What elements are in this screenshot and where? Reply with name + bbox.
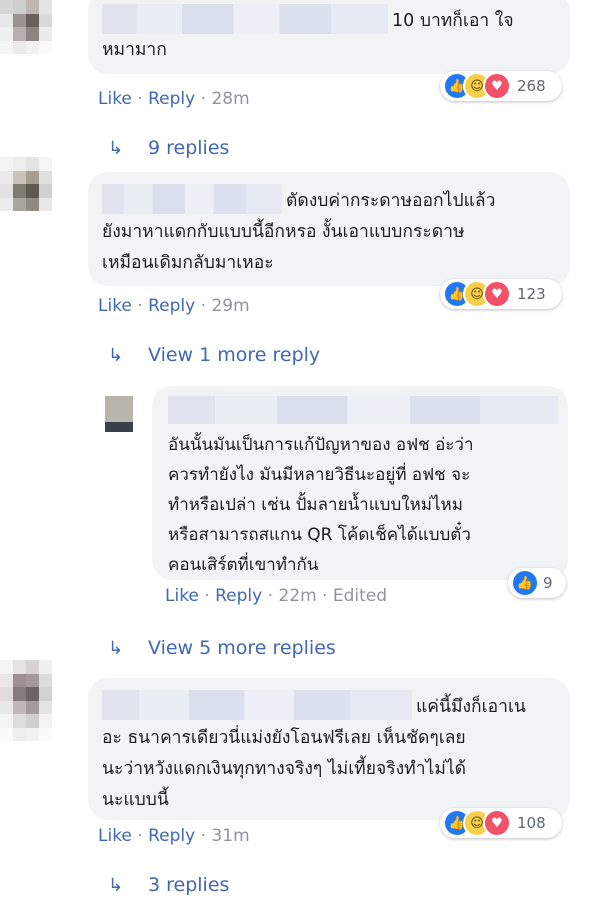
reply-text-line: หรือสามารถสแกน QR โค้ดเช็คได้แบบตั๋ว xyxy=(168,525,471,545)
reaction-count: 123 xyxy=(517,285,546,303)
reaction-count: 108 xyxy=(517,814,546,832)
author-name-redacted[interactable] xyxy=(102,4,388,34)
view-replies-link[interactable]: ↳ View 1 more reply xyxy=(108,344,320,366)
avatar[interactable] xyxy=(105,396,133,432)
reaction-count: 268 xyxy=(517,77,546,95)
comment-text-line: ตัดงบค่ากระดาษออกไปแล้ว xyxy=(286,191,496,211)
edited-label[interactable]: Edited xyxy=(333,586,387,606)
comment-text-line: 10 บาทก็เอา ใจ xyxy=(392,11,514,31)
replies-label: 3 replies xyxy=(148,874,230,896)
author-name-redacted[interactable] xyxy=(102,690,412,720)
comment-text-line: หมามาก xyxy=(102,40,167,60)
author-name-redacted[interactable] xyxy=(102,184,282,214)
comment-text-line: ยังมาหาแดกกับแบบนี้อีกหรอ งั้นเอาแบบกระด… xyxy=(102,222,465,242)
comment-text-line: แค่นี้มึงก็เอาเน xyxy=(416,697,526,717)
reply-text-line: คอนเสิร์ตที่เขาทำกัน xyxy=(168,555,319,575)
reaction-count: 9 xyxy=(543,574,553,592)
replies-label: 9 replies xyxy=(148,137,230,159)
comment-actions: Like · Reply · 29m xyxy=(98,296,250,316)
author-name-redacted[interactable] xyxy=(168,396,558,424)
like-icon: 👍 xyxy=(511,569,539,597)
reply-arrow-icon: ↳ xyxy=(108,345,124,366)
replies-label: View 1 more reply xyxy=(148,344,321,366)
comment-text-line: อะ ธนาคารเดียวนี่แม่งยังโอนฟรีเลย เห็นชั… xyxy=(102,728,466,748)
view-replies-link[interactable]: ↳ 3 replies xyxy=(108,874,229,896)
comment-actions: Like · Reply · 31m xyxy=(98,826,250,846)
love-icon: ♥ xyxy=(483,280,511,308)
avatar[interactable] xyxy=(0,0,52,54)
love-icon: ♥ xyxy=(483,809,511,837)
avatar[interactable] xyxy=(0,660,52,744)
reply-button[interactable]: Reply xyxy=(148,826,195,846)
comment-text-line: นะว่าหวังแดกเงินทุกทางจริงๆ ไม่เที้ยจริง… xyxy=(102,759,467,779)
reply-button[interactable]: Reply xyxy=(148,89,195,109)
reply-text-line: อันนั้นมันเป็นการแก้ปัญหาของ อฟช อ่ะว่า xyxy=(168,435,474,455)
love-icon: ♥ xyxy=(483,72,511,100)
timestamp[interactable]: 29m xyxy=(211,296,249,316)
timestamp[interactable]: 31m xyxy=(211,826,249,846)
reaction-summary[interactable]: 👍 9 xyxy=(508,568,566,598)
view-more-replies-link[interactable]: ↳ View 5 more replies xyxy=(108,637,336,659)
comment-bubble: 10 บาทก็เอา ใจ หมามาก xyxy=(88,0,570,74)
like-button[interactable]: Like xyxy=(165,586,199,606)
like-button[interactable]: Like xyxy=(98,826,132,846)
reply-actions: Like · Reply · 22m · Edited xyxy=(165,586,388,606)
reply-text-line: ควรทำยังไง มันมีหลายวิธีนะอยู่ที่ อฟช จะ xyxy=(168,465,471,485)
like-button[interactable]: Like xyxy=(98,296,132,316)
comment-actions: Like · Reply · 28m xyxy=(98,89,250,109)
reply-button[interactable]: Reply xyxy=(215,586,262,606)
reaction-summary[interactable]: 👍 ☺ ♥ 268 xyxy=(440,71,562,101)
reaction-summary[interactable]: 👍 ☺ ♥ 123 xyxy=(440,279,562,309)
reaction-summary[interactable]: 👍 ☺ ♥ 108 xyxy=(440,808,562,838)
reply-button[interactable]: Reply xyxy=(148,296,195,316)
like-button[interactable]: Like xyxy=(98,89,132,109)
timestamp[interactable]: 22m xyxy=(278,586,316,606)
avatar[interactable] xyxy=(0,157,52,211)
comment-bubble: แค่นี้มึงก็เอาเน อะ ธนาคารเดียวนี่แม่งยั… xyxy=(88,678,570,820)
reply-arrow-icon: ↳ xyxy=(108,138,124,159)
comment-text-line: เหมือนเดิมกลับมาเหอะ xyxy=(102,253,274,273)
view-replies-link[interactable]: ↳ 9 replies xyxy=(108,137,229,159)
reply-arrow-icon: ↳ xyxy=(108,638,124,659)
reply-bubble: อันนั้นมันเป็นการแก้ปัญหาของ อฟช อ่ะว่า … xyxy=(152,386,568,580)
reply-arrow-icon: ↳ xyxy=(108,875,124,896)
timestamp[interactable]: 28m xyxy=(211,89,249,109)
reply-text-line: ทำหรือเปล่า เช่น ปั้มลายน้ำแบบใหม่ไหม xyxy=(168,495,463,515)
replies-label: View 5 more replies xyxy=(148,637,336,659)
comment-bubble: ตัดงบค่ากระดาษออกไปแล้ว ยังมาหาแดกกับแบบ… xyxy=(88,172,570,286)
